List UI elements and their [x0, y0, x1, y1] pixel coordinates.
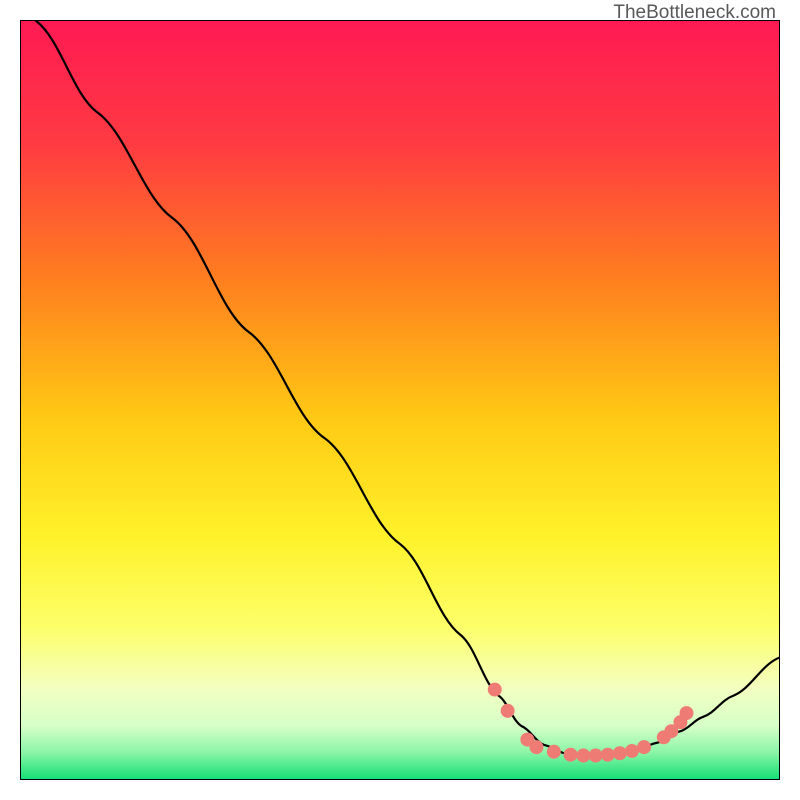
chart-container: TheBottleneck.com — [0, 0, 800, 800]
data-marker — [564, 748, 578, 762]
chart-overlay — [21, 21, 779, 779]
bottleneck-curve — [36, 21, 779, 756]
data-marker — [589, 749, 603, 763]
data-marker — [501, 704, 515, 718]
watermark-text: TheBottleneck.com — [613, 2, 776, 24]
data-marker — [547, 745, 561, 759]
data-marker — [613, 746, 627, 760]
plot-area — [20, 20, 780, 780]
data-marker — [601, 748, 615, 762]
data-marker — [488, 683, 502, 697]
data-marker — [576, 749, 590, 763]
data-marker — [637, 740, 651, 754]
data-marker — [529, 740, 543, 754]
data-marker — [680, 706, 694, 720]
data-marker — [625, 744, 639, 758]
